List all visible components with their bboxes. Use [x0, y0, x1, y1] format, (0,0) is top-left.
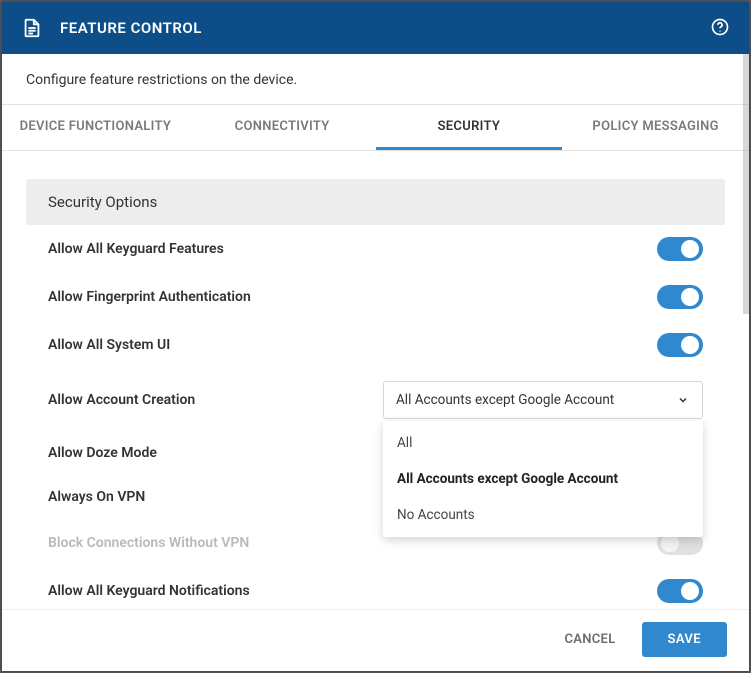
tab-security[interactable]: SECURITY	[376, 105, 563, 150]
select-account-creation-wrap: All Accounts except Google Account All A…	[383, 381, 703, 419]
row-label: Allow All System UI	[48, 337, 657, 353]
feature-control-dialog: FEATURE CONTROL Configure feature restri…	[2, 2, 749, 671]
dialog-subheader: Configure feature restrictions on the de…	[2, 54, 749, 105]
row-allow-fingerprint: Allow Fingerprint Authentication	[26, 273, 725, 321]
tab-bar: DEVICE FUNCTIONALITY CONNECTIVITY SECURI…	[2, 105, 749, 151]
row-label: Allow All Keyguard Features	[48, 241, 657, 257]
security-options-panel: Security Options Allow All Keyguard Feat…	[26, 179, 725, 609]
document-icon	[20, 16, 44, 40]
row-allow-keyguard: Allow All Keyguard Features	[26, 225, 725, 273]
row-keyguard-notifications: Allow All Keyguard Notifications	[26, 567, 725, 609]
dropdown-option-all[interactable]: All	[383, 425, 703, 461]
toggle-keyguard-notifications[interactable]	[657, 579, 703, 603]
row-label: Allow All Keyguard Notifications	[48, 583, 657, 599]
toggle-allow-system-ui[interactable]	[657, 333, 703, 357]
select-value: All Accounts except Google Account	[396, 392, 614, 408]
row-label: Allow Account Creation	[48, 392, 383, 408]
tab-connectivity[interactable]: CONNECTIVITY	[189, 105, 376, 150]
cancel-button[interactable]: CANCEL	[556, 622, 623, 657]
row-account-creation: Allow Account Creation All Accounts exce…	[26, 369, 725, 431]
tab-policy-messaging[interactable]: POLICY MESSAGING	[562, 105, 749, 150]
panel-title: Security Options	[26, 179, 725, 225]
tab-device-functionality[interactable]: DEVICE FUNCTIONALITY	[2, 105, 189, 150]
dropdown-option-except-google[interactable]: All Accounts except Google Account	[383, 461, 703, 497]
toggle-allow-fingerprint[interactable]	[657, 285, 703, 309]
dropdown-option-none[interactable]: No Accounts	[383, 497, 703, 533]
toggle-allow-keyguard[interactable]	[657, 237, 703, 261]
help-icon[interactable]	[709, 16, 731, 38]
dropdown-account-creation: All All Accounts except Google Account N…	[383, 421, 703, 537]
row-allow-system-ui: Allow All System UI	[26, 321, 725, 369]
dialog-body: Security Options Allow All Keyguard Feat…	[2, 151, 749, 609]
row-label: Allow Fingerprint Authentication	[48, 289, 657, 305]
save-button[interactable]: SAVE	[642, 622, 727, 657]
chevron-down-icon	[676, 393, 690, 407]
dialog-footer: CANCEL SAVE	[2, 609, 749, 671]
row-label: Block Connections Without VPN	[48, 535, 657, 551]
dialog-title: FEATURE CONTROL	[60, 19, 202, 37]
select-account-creation[interactable]: All Accounts except Google Account	[383, 381, 703, 419]
dialog-header: FEATURE CONTROL	[2, 2, 749, 54]
